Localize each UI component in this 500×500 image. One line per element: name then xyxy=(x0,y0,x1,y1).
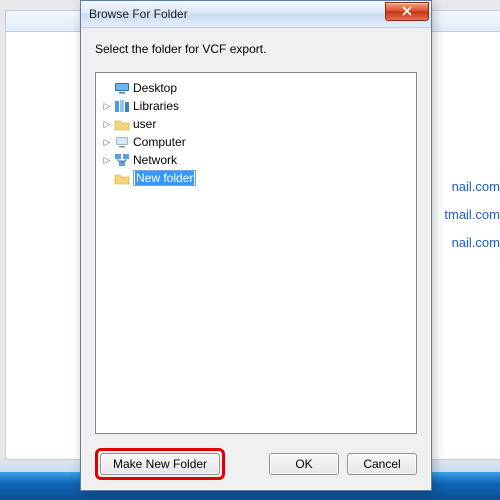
close-icon xyxy=(402,6,412,16)
tree-node-libraries[interactable]: ▷ Libraries xyxy=(100,97,412,115)
network-icon xyxy=(114,152,130,168)
expander-icon[interactable]: ▷ xyxy=(100,135,114,149)
computer-icon xyxy=(114,134,130,150)
background-email-list: nail.com tmail.com nail.com xyxy=(444,173,500,257)
tree-node-new-folder[interactable]: New folder xyxy=(100,169,412,187)
libraries-icon xyxy=(114,98,130,114)
dialog-title: Browse For Folder xyxy=(89,7,385,21)
tree-label: Libraries xyxy=(133,99,179,113)
background-email-fragment: nail.com xyxy=(444,229,500,257)
dialog-button-row: Make New Folder OK Cancel xyxy=(81,448,431,480)
tree-label-editing[interactable]: New folder xyxy=(133,170,196,186)
folder-icon xyxy=(114,170,130,186)
tree-label: user xyxy=(133,117,156,131)
cancel-button[interactable]: Cancel xyxy=(347,453,417,475)
background-email-fragment: tmail.com xyxy=(444,201,500,229)
browse-for-folder-dialog: Browse For Folder Select the folder for … xyxy=(80,0,432,491)
tree-node-network[interactable]: ▷ Network xyxy=(100,151,412,169)
expander-icon[interactable]: ▷ xyxy=(100,99,114,113)
tree-node-user[interactable]: ▷ user xyxy=(100,115,412,133)
tree-node-desktop[interactable]: Desktop xyxy=(100,79,412,97)
instruction-text: Select the folder for VCF export. xyxy=(81,28,431,62)
expander-icon[interactable]: ▷ xyxy=(100,153,114,167)
background-email-fragment: nail.com xyxy=(444,173,500,201)
tree-label: Network xyxy=(133,153,177,167)
tree-label: Desktop xyxy=(133,81,177,95)
titlebar[interactable]: Browse For Folder xyxy=(81,1,431,28)
user-folder-icon xyxy=(114,116,130,132)
tree-node-computer[interactable]: ▷ Computer xyxy=(100,133,412,151)
tree-label-selected-text: New folder xyxy=(135,171,194,185)
make-new-folder-button[interactable]: Make New Folder xyxy=(100,453,220,475)
ok-button[interactable]: OK xyxy=(269,453,339,475)
tree-label: Computer xyxy=(133,135,186,149)
close-button[interactable] xyxy=(385,2,429,21)
tutorial-highlight: Make New Folder xyxy=(95,448,225,480)
folder-tree[interactable]: Desktop ▷ Libraries xyxy=(95,72,417,434)
desktop-icon xyxy=(114,80,130,96)
expander-icon[interactable]: ▷ xyxy=(100,117,114,131)
